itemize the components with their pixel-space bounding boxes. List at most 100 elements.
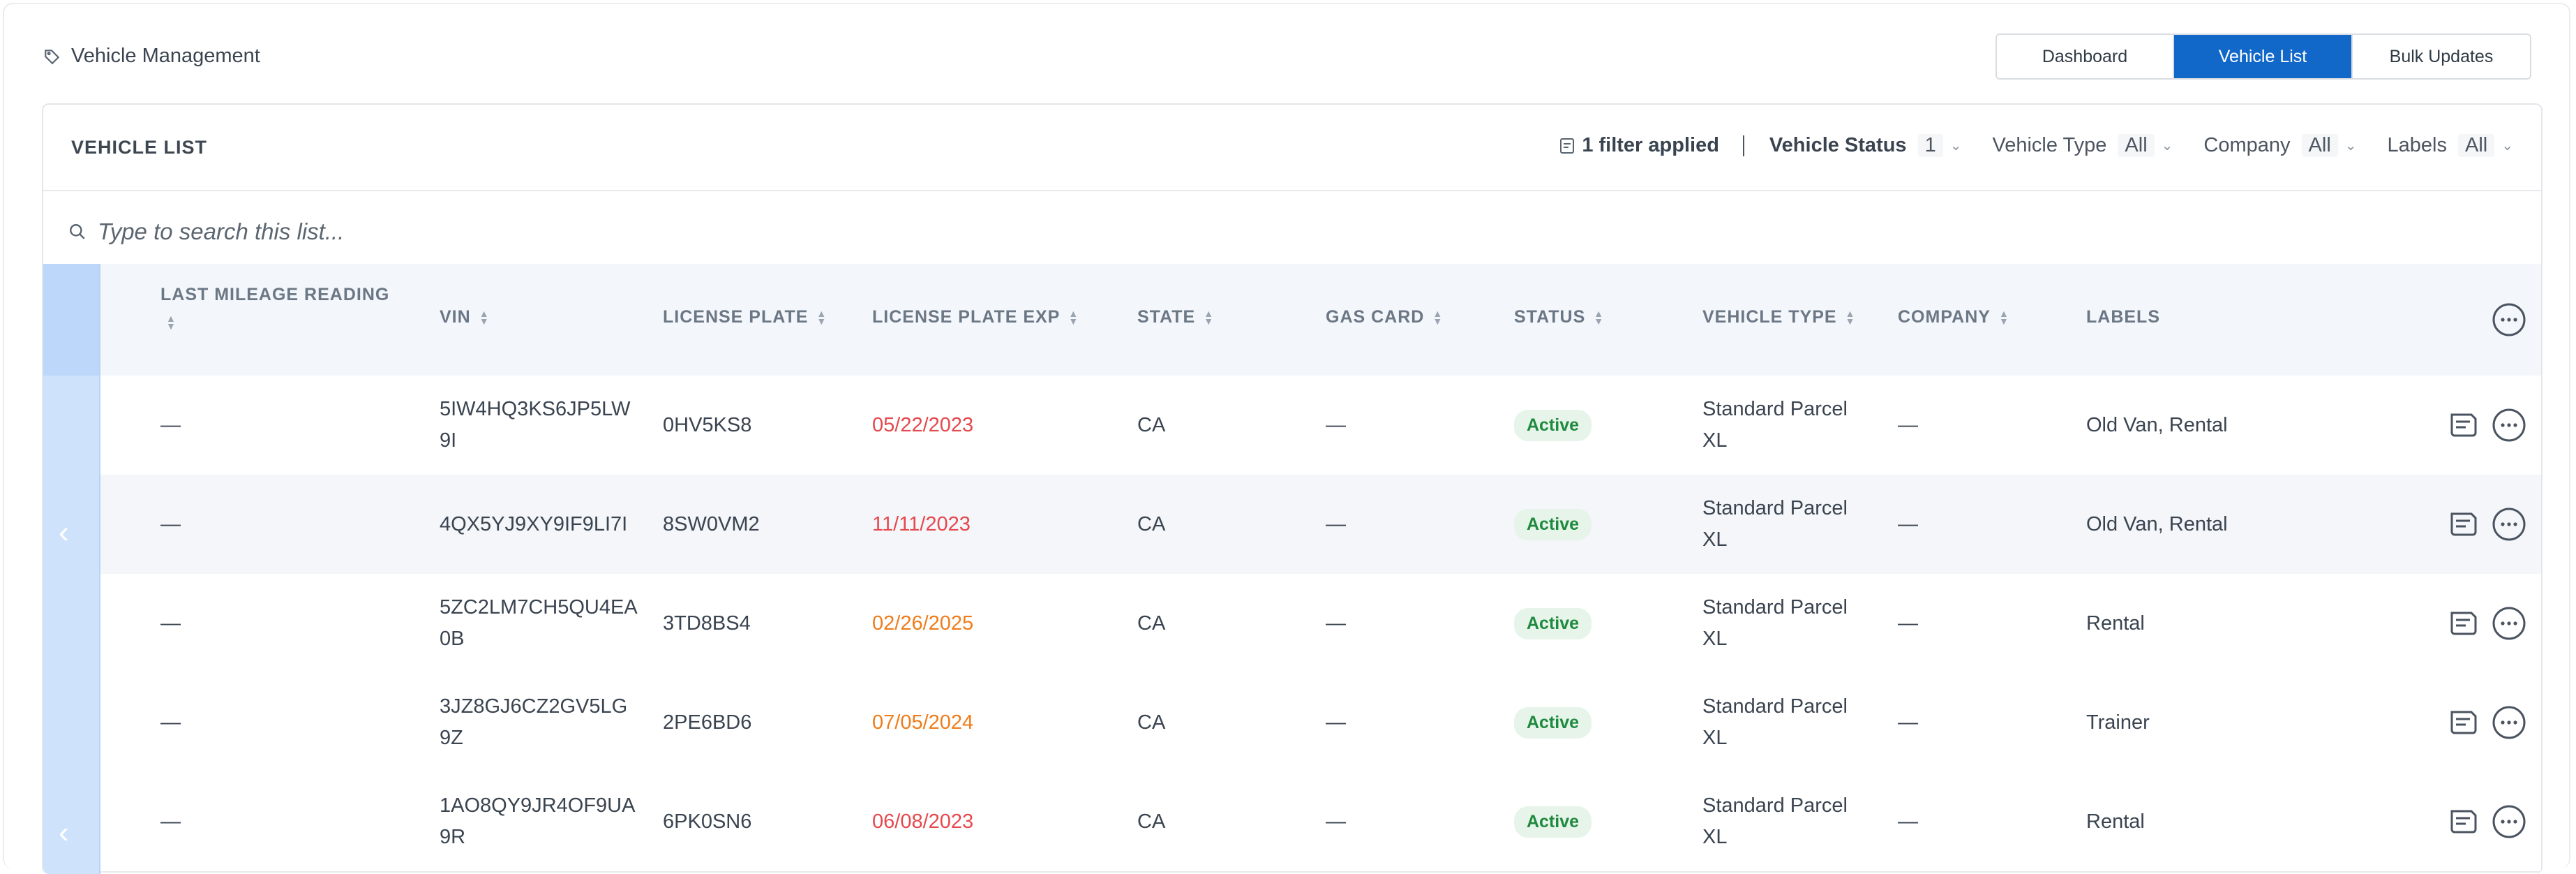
more-options-icon[interactable] — [2491, 605, 2527, 642]
column-header-vehicle-type[interactable]: VEHICLE TYPE ▲ ▼ — [1702, 307, 1855, 327]
cell-last-mileage: — — [160, 810, 181, 833]
status-badge: Active — [1514, 409, 1592, 441]
table-row[interactable]: — 5IW4HQ3KS6JP5LW 9I 0HV5KS8 05/22/2023 CA — Ac… — [43, 376, 2541, 476]
filters-applied[interactable]: 1 filter applied — [1559, 134, 1719, 157]
view-tabs: Dashboard Vehicle List Bulk Updates — [1995, 34, 2531, 80]
filter-vehicle-status[interactable]: Vehicle Status 1 ⌄ — [1769, 134, 1962, 157]
cell-vin: 3JZ8GJ6CZ2GV5LG 9Z — [440, 695, 628, 749]
notes-icon[interactable] — [2449, 709, 2478, 736]
tab-dashboard[interactable]: Dashboard — [1997, 35, 2174, 78]
cell-license-plate-exp: 11/11/2023 — [872, 512, 971, 535]
status-badge: Active — [1514, 508, 1592, 540]
cell-gas-card: — — [1326, 413, 1346, 436]
sort-icon: ▲▼ — [166, 313, 177, 332]
chevron-left-icon[interactable]: ‹ — [59, 815, 69, 850]
column-header-gas-card[interactable]: GAS CARD ▲ ▼ — [1326, 307, 1443, 327]
cell-vin: 5IW4HQ3KS6JP5LW 9I — [440, 398, 631, 452]
scroll-left-column: ‹ ‹ — [43, 264, 100, 874]
cell-status: Active — [1514, 475, 1592, 574]
more-options-icon[interactable] — [2491, 407, 2527, 443]
card-title: VEHICLE LIST — [71, 137, 208, 158]
chevron-down-icon: ⌄ — [1949, 138, 1962, 154]
row-actions — [2436, 673, 2527, 772]
column-header-state[interactable]: STATE ▲ ▼ — [1137, 307, 1214, 327]
cell-vehicle-type: Standard Parcel XL — [1702, 497, 1848, 551]
cell-status: Active — [1514, 673, 1592, 772]
cell-company: — — [1898, 413, 1918, 436]
cell-labels: Rental — [2086, 612, 2145, 635]
cell-last-mileage: — — [160, 612, 181, 635]
table-row[interactable]: — 4QX5YJ9XY9IF9LI7I 8SW0VM2 11/11/2023 CA — Ac… — [43, 475, 2541, 575]
cell-vin: 5ZC2LM7CH5QU4EA 0B — [440, 596, 638, 650]
tag-icon — [45, 49, 60, 64]
vehicle-list-card: VEHICLE LIST 1 filter applied Vehicle St… — [42, 103, 2543, 874]
column-header-company[interactable]: COMPANY ▲ ▼ — [1898, 307, 2009, 327]
chevron-left-icon[interactable]: ‹ — [59, 515, 69, 550]
cell-status: Active — [1514, 376, 1592, 475]
cell-last-mileage: — — [160, 711, 181, 734]
table-row[interactable]: — 5ZC2LM7CH5QU4EA 0B 3TD8BS4 02/26/2025 CA — Ac… — [43, 574, 2541, 674]
notes-icon[interactable] — [2449, 511, 2478, 538]
row-actions — [2436, 475, 2527, 574]
cell-status: Active — [1514, 574, 1592, 673]
sort-icon: ▲▼ — [1068, 307, 1079, 327]
more-options-icon[interactable] — [2491, 704, 2527, 741]
column-header-last-mileage[interactable]: LAST MILEAGE READING ▲ ▼ — [160, 285, 389, 332]
filter-value: All — [2458, 134, 2495, 157]
sort-icon: ▲▼ — [1204, 307, 1215, 327]
page-frame: Vehicle Management Dashboard Vehicle Lis… — [3, 3, 2570, 874]
brand-label: Vehicle Management — [71, 45, 260, 67]
table-row[interactable]: — 1AO8QY9JR4OF9UA 9R 6PK0SN6 06/08/2023 CA — Ac… — [43, 772, 2541, 873]
row-actions — [2436, 376, 2527, 475]
filter-label: Labels — [2387, 134, 2447, 156]
cell-license-plate-exp: 05/22/2023 — [872, 413, 974, 436]
cell-state: CA — [1137, 711, 1166, 734]
cell-last-mileage: — — [160, 413, 181, 436]
cell-license-plate: 6PK0SN6 — [663, 810, 752, 833]
filter-labels[interactable]: Labels All ⌄ — [2388, 134, 2513, 157]
cell-vehicle-type: Standard Parcel XL — [1702, 596, 1848, 650]
more-options-icon[interactable] — [2491, 302, 2527, 338]
sort-icon: ▲▼ — [1594, 307, 1605, 327]
column-header-license-plate-exp[interactable]: LICENSE PLATE EXP ▲ ▼ — [872, 307, 1079, 327]
cell-labels: Old Van, Rental — [2086, 413, 2228, 436]
cell-vehicle-type: Standard Parcel XL — [1702, 695, 1848, 749]
column-header-status[interactable]: STATUS ▲ ▼ — [1514, 307, 1604, 327]
tab-vehicle-list[interactable]: Vehicle List — [2174, 35, 2353, 78]
table-row[interactable]: — 3JZ8GJ6CZ2GV5LG 9Z 2PE6BD6 07/05/2024 CA — Ac… — [43, 673, 2541, 773]
card-header: VEHICLE LIST 1 filter applied Vehicle St… — [43, 105, 2541, 191]
chevron-down-icon: ⌄ — [2344, 138, 2357, 154]
search-input[interactable] — [96, 218, 936, 246]
cell-state: CA — [1137, 512, 1166, 535]
notes-icon[interactable] — [2449, 808, 2478, 835]
chevron-down-icon: ⌄ — [2501, 138, 2513, 154]
sort-icon: ▲▼ — [1845, 307, 1856, 327]
column-header-labels: LABELS — [2086, 307, 2160, 327]
cell-state: CA — [1137, 413, 1166, 436]
row-actions — [2436, 574, 2527, 673]
more-options-icon[interactable] — [2491, 506, 2527, 542]
notes-icon[interactable] — [2449, 610, 2478, 637]
sort-icon: ▲▼ — [479, 307, 490, 327]
row-actions — [2436, 772, 2527, 871]
cell-vin: 4QX5YJ9XY9IF9LI7I — [440, 512, 628, 535]
cell-license-plate: 3TD8BS4 — [663, 612, 751, 635]
filter-label: Vehicle Type — [1992, 134, 2107, 156]
sort-icon: ▲▼ — [816, 307, 828, 327]
tab-bulk-updates[interactable]: Bulk Updates — [2353, 35, 2530, 78]
status-badge: Active — [1514, 607, 1592, 639]
cell-labels: Trainer — [2086, 711, 2150, 734]
cell-license-plate: 2PE6BD6 — [663, 711, 752, 734]
column-header-vin[interactable]: VIN ▲ ▼ — [440, 307, 490, 327]
cell-labels: Old Van, Rental — [2086, 512, 2228, 535]
column-header-license-plate[interactable]: LICENSE PLATE ▲ ▼ — [663, 307, 827, 327]
cell-company: — — [1898, 711, 1918, 734]
cell-license-plate-exp: 02/26/2025 — [872, 612, 974, 635]
notes-icon[interactable] — [2449, 412, 2478, 438]
more-options-icon[interactable] — [2491, 803, 2527, 840]
cell-vehicle-type: Standard Parcel XL — [1702, 398, 1848, 452]
filter-value: All — [2118, 134, 2155, 157]
filter-company[interactable]: Company All ⌄ — [2203, 134, 2357, 157]
filter-vehicle-type[interactable]: Vehicle Type All ⌄ — [1992, 134, 2173, 157]
cell-company: — — [1898, 512, 1918, 535]
